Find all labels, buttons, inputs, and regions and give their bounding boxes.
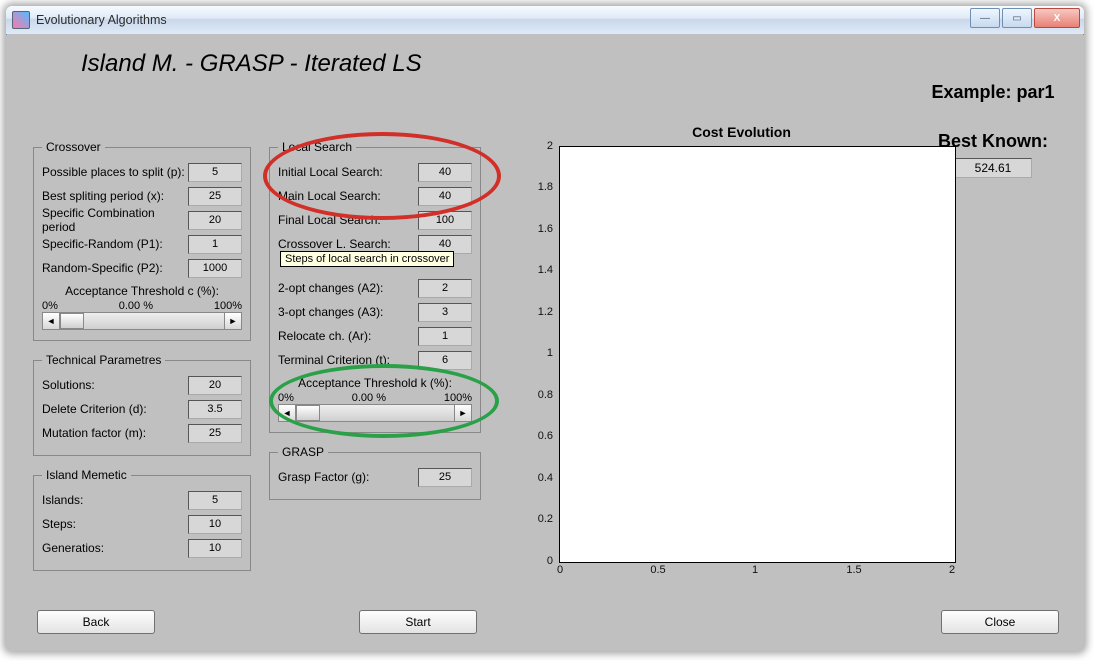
close-button[interactable]: Close — [941, 610, 1059, 634]
island-legend: Island Memetic — [42, 468, 131, 482]
app-window: Evolutionary Algorithms — ▭ X Island M. … — [6, 6, 1084, 651]
x-tick: 1.5 — [839, 564, 869, 576]
crossover-p1-label: Specific-Random (P1): — [42, 237, 188, 251]
crossover-slider-title: Acceptance Threshold c (%): — [42, 284, 242, 298]
grasp-fieldset: GRASP Grasp Factor (g):25 — [269, 445, 481, 500]
three-opt-label: 3-opt changes (A3): — [278, 305, 418, 319]
crossover-sc-input[interactable]: 20 — [188, 211, 242, 230]
plot-area — [559, 146, 956, 563]
generations-input[interactable]: 10 — [188, 539, 242, 558]
x-tick: 0.5 — [643, 564, 673, 576]
local-slider-min: 0% — [278, 392, 294, 404]
y-tick: 0.4 — [519, 472, 553, 484]
crossover-p1-input[interactable]: 1 — [188, 235, 242, 254]
crossover-fieldset: Crossover Possible places to split (p):5… — [33, 140, 251, 341]
initial-ls-input[interactable]: 40 — [418, 163, 472, 182]
solutions-input[interactable]: 20 — [188, 376, 242, 395]
crossover-sc-label: Specific Combination period — [42, 206, 188, 234]
local-slider-title: Acceptance Threshold k (%): — [278, 376, 472, 390]
window-title: Evolutionary Algorithms — [36, 13, 167, 27]
y-tick: 0.8 — [519, 389, 553, 401]
y-tick: 0 — [519, 555, 553, 567]
delete-criterion-input[interactable]: 3.5 — [188, 400, 242, 419]
two-opt-input[interactable]: 2 — [418, 279, 472, 298]
islands-label: Islands: — [42, 493, 188, 507]
islands-input[interactable]: 5 — [188, 491, 242, 510]
page-title: Island M. - GRASP - Iterated LS — [81, 50, 1071, 78]
window-close-button[interactable]: X — [1034, 8, 1080, 28]
x-tick: 0 — [555, 564, 565, 576]
x-tick: 1 — [750, 564, 760, 576]
main-ls-input[interactable]: 40 — [418, 187, 472, 206]
crossover-slider-max: 100% — [214, 300, 242, 312]
solutions-label: Solutions: — [42, 378, 188, 392]
slider-thumb[interactable] — [60, 313, 84, 329]
terminal-input[interactable]: 6 — [418, 351, 472, 370]
y-tick: 1.6 — [519, 223, 553, 235]
generations-label: Generatios: — [42, 541, 188, 555]
crossover-ls-tooltip: Steps of local search in crossover — [280, 251, 454, 267]
slider-left-icon[interactable]: ◄ — [42, 312, 60, 330]
island-fieldset: Island Memetic Islands:5 Steps:10 Genera… — [33, 468, 251, 571]
slider-right-icon[interactable]: ► — [224, 312, 242, 330]
grasp-legend: GRASP — [278, 445, 328, 459]
x-tick: 2 — [947, 564, 957, 576]
start-button[interactable]: Start — [359, 610, 477, 634]
crossover-p2-label: Random-Specific (P2): — [42, 261, 188, 275]
local-slider-value: 0.00 % — [352, 392, 386, 404]
back-button[interactable]: Back — [37, 610, 155, 634]
maximize-button[interactable]: ▭ — [1002, 8, 1032, 28]
steps-label: Steps: — [42, 517, 188, 531]
initial-ls-label: Initial Local Search: — [278, 165, 418, 179]
title-bar[interactable]: Evolutionary Algorithms — ▭ X — [6, 6, 1084, 35]
crossover-p2-input[interactable]: 1000 — [188, 259, 242, 278]
example-label: Example: par1 — [923, 82, 1063, 103]
local-search-fieldset: Local Search Initial Local Search:40 Mai… — [269, 140, 481, 433]
technical-fieldset: Technical Parametres Solutions:20 Delete… — [33, 353, 251, 456]
technical-legend: Technical Parametres — [42, 353, 165, 367]
two-opt-label: 2-opt changes (A2): — [278, 281, 418, 295]
relocate-input[interactable]: 1 — [418, 327, 472, 346]
y-tick: 2 — [519, 140, 553, 152]
crossover-p-label: Possible places to split (p): — [42, 165, 188, 179]
chart-title: Cost Evolution — [519, 124, 964, 140]
client-area: Island M. - GRASP - Iterated LS Example:… — [7, 34, 1083, 650]
terminal-label: Terminal Criterion (t): — [278, 353, 418, 367]
y-tick: 0.2 — [519, 513, 553, 525]
crossover-ls-label: Crossover L. Search: — [278, 237, 418, 251]
slider-thumb[interactable] — [296, 405, 320, 421]
local-slider[interactable]: ◄ ► — [278, 404, 472, 422]
grasp-factor-input[interactable]: 25 — [418, 468, 472, 487]
grasp-factor-label: Grasp Factor (g): — [278, 470, 418, 484]
final-ls-label: Final Local Search: — [278, 213, 418, 227]
crossover-x-input[interactable]: 25 — [188, 187, 242, 206]
mutation-factor-label: Mutation factor (m): — [42, 426, 188, 440]
y-tick: 1.4 — [519, 264, 553, 276]
crossover-legend: Crossover — [42, 140, 105, 154]
minimize-button[interactable]: — — [970, 8, 1000, 28]
final-ls-input[interactable]: 100 — [418, 211, 472, 230]
main-ls-label: Main Local Search: — [278, 189, 418, 203]
mutation-factor-input[interactable]: 25 — [188, 424, 242, 443]
local-search-legend: Local Search — [278, 140, 356, 154]
slider-right-icon[interactable]: ► — [454, 404, 472, 422]
relocate-label: Relocate ch. (Ar): — [278, 329, 418, 343]
y-tick: 1 — [519, 347, 553, 359]
y-tick: 0.6 — [519, 430, 553, 442]
steps-input[interactable]: 10 — [188, 515, 242, 534]
cost-evolution-chart: Cost Evolution 2 1.8 1.6 1.4 1.2 1 0.8 0… — [519, 124, 964, 584]
crossover-slider-min: 0% — [42, 300, 58, 312]
app-icon — [12, 11, 30, 29]
three-opt-input[interactable]: 3 — [418, 303, 472, 322]
slider-left-icon[interactable]: ◄ — [278, 404, 296, 422]
crossover-p-input[interactable]: 5 — [188, 163, 242, 182]
crossover-slider[interactable]: ◄ ► — [42, 312, 242, 330]
local-slider-max: 100% — [444, 392, 472, 404]
y-tick: 1.8 — [519, 181, 553, 193]
y-tick: 1.2 — [519, 306, 553, 318]
crossover-slider-value: 0.00 % — [119, 300, 153, 312]
best-known-value: 524.61 — [954, 158, 1033, 178]
crossover-x-label: Best spliting period (x): — [42, 189, 188, 203]
delete-criterion-label: Delete Criterion (d): — [42, 402, 188, 416]
